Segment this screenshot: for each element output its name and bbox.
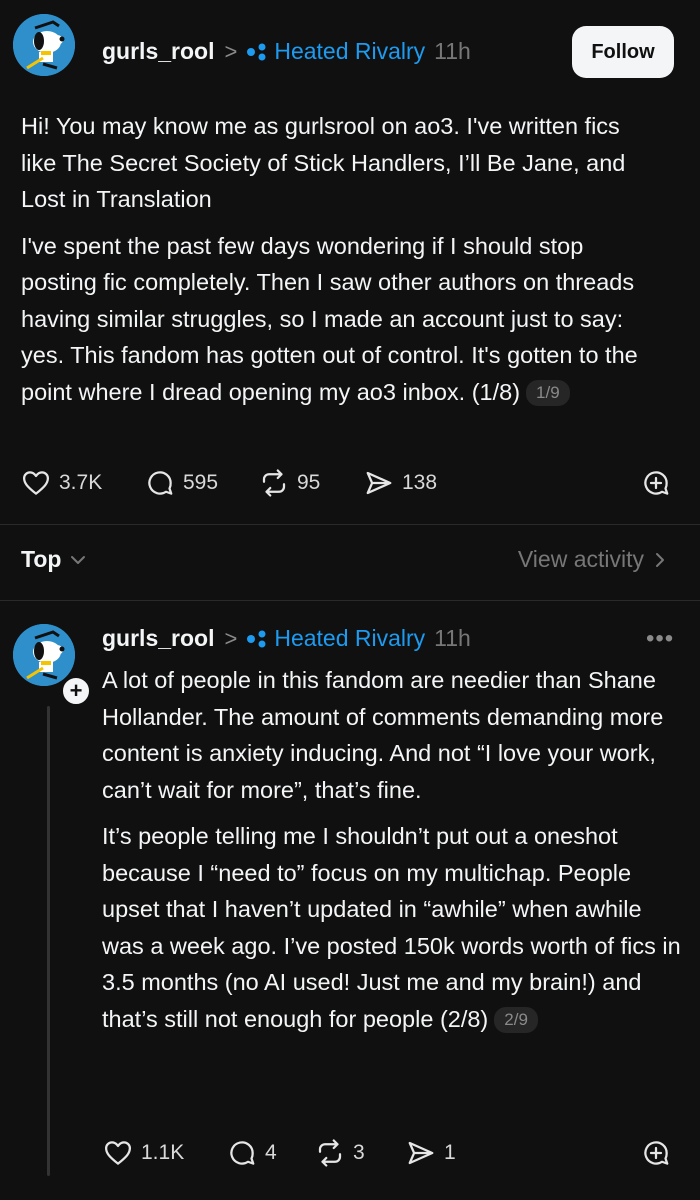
post-paragraph-2: I've spent the past few days wondering i…	[21, 228, 651, 411]
quote-button[interactable]	[641, 468, 671, 498]
repost-count: 95	[297, 471, 321, 494]
send-icon	[366, 471, 392, 495]
share-count: 138	[402, 471, 438, 494]
reply-paragraph-2: It’s people telling me I shouldn’t put o…	[102, 818, 682, 1037]
community-icon	[247, 630, 266, 647]
breadcrumb-separator: >	[224, 625, 238, 651]
chevron-right-icon	[656, 552, 664, 567]
repost-button[interactable]: 95	[259, 468, 320, 498]
sort-label: Top	[21, 546, 62, 572]
more-options-icon[interactable]: •••	[646, 625, 674, 653]
thread-line	[47, 706, 50, 1176]
reply-count: 595	[183, 471, 219, 494]
send-icon	[408, 1141, 434, 1165]
sort-dropdown[interactable]: Top	[21, 546, 87, 573]
threads-app: gurls_rool > Heated Rivalry 11h Follow H…	[0, 0, 700, 1200]
reply-body: A lot of people in this fandom are needi…	[102, 662, 682, 1037]
community-link[interactable]: Heated Rivalry	[274, 625, 425, 652]
speech-bubble-icon	[230, 1141, 255, 1165]
speech-bubble-icon	[148, 471, 173, 495]
username[interactable]: gurls_rool	[102, 38, 214, 65]
quote-plus-icon	[644, 471, 669, 495]
post-header: gurls_rool > Heated Rivalry 11h	[102, 38, 471, 65]
share-button[interactable]: 138	[364, 468, 437, 498]
follow-button[interactable]: Follow	[572, 26, 674, 78]
repost-count: 3	[353, 1141, 365, 1164]
avatar[interactable]	[13, 624, 75, 686]
timestamp: 11h	[434, 625, 471, 651]
post-actions: 3.7K 595 95 138	[0, 468, 700, 500]
reply-header: gurls_rool > Heated Rivalry 11h	[102, 625, 471, 652]
reply-button[interactable]: 4	[227, 1138, 277, 1168]
reply-paragraph-1: A lot of people in this fandom are needi…	[102, 667, 664, 803]
post-paragraph-2-text: I've spent the past few days wondering i…	[21, 232, 638, 405]
view-activity-label: View activity	[517, 546, 644, 572]
share-count: 1	[444, 1141, 456, 1164]
avatar[interactable]	[13, 14, 75, 76]
timestamp: 11h	[434, 38, 471, 64]
view-activity-link[interactable]: View activity	[518, 546, 668, 573]
divider	[0, 524, 700, 525]
post-body: Hi! You may know me as gurlsrool on ao3.…	[21, 108, 651, 410]
reply-actions: 1.1K 4 3 1	[0, 1138, 700, 1170]
post-paragraph-1: Hi! You may know me as gurlsrool on ao3.…	[21, 113, 626, 212]
repost-icon	[318, 1139, 342, 1167]
page-badge: 2/9	[494, 1006, 538, 1033]
like-count: 3.7K	[59, 471, 103, 494]
like-button[interactable]: 3.7K	[21, 468, 102, 498]
snoopy-avatar-icon	[13, 14, 75, 76]
snoopy-avatar-icon	[13, 624, 75, 686]
repost-button[interactable]: 3	[315, 1138, 365, 1168]
page-badge: 1/9	[526, 379, 570, 406]
breadcrumb-separator: >	[224, 38, 238, 64]
reply-button[interactable]: 595	[145, 468, 218, 498]
follow-plus-icon[interactable]: +	[60, 675, 92, 707]
heart-icon	[105, 1141, 131, 1165]
heart-icon	[23, 471, 49, 495]
quote-plus-icon	[644, 1141, 669, 1165]
username[interactable]: gurls_rool	[102, 625, 214, 652]
like-count: 1.1K	[141, 1141, 185, 1164]
share-button[interactable]: 1	[406, 1138, 456, 1168]
community-icon	[247, 43, 266, 60]
divider	[0, 600, 700, 601]
reply-count: 4	[265, 1141, 277, 1164]
community-link[interactable]: Heated Rivalry	[274, 38, 425, 65]
chevron-down-icon	[71, 555, 86, 564]
like-button[interactable]: 1.1K	[103, 1138, 184, 1168]
repost-icon	[262, 469, 286, 497]
reply-paragraph-2-text: It’s people telling me I shouldn’t put o…	[102, 823, 681, 1032]
quote-button[interactable]	[641, 1138, 671, 1168]
